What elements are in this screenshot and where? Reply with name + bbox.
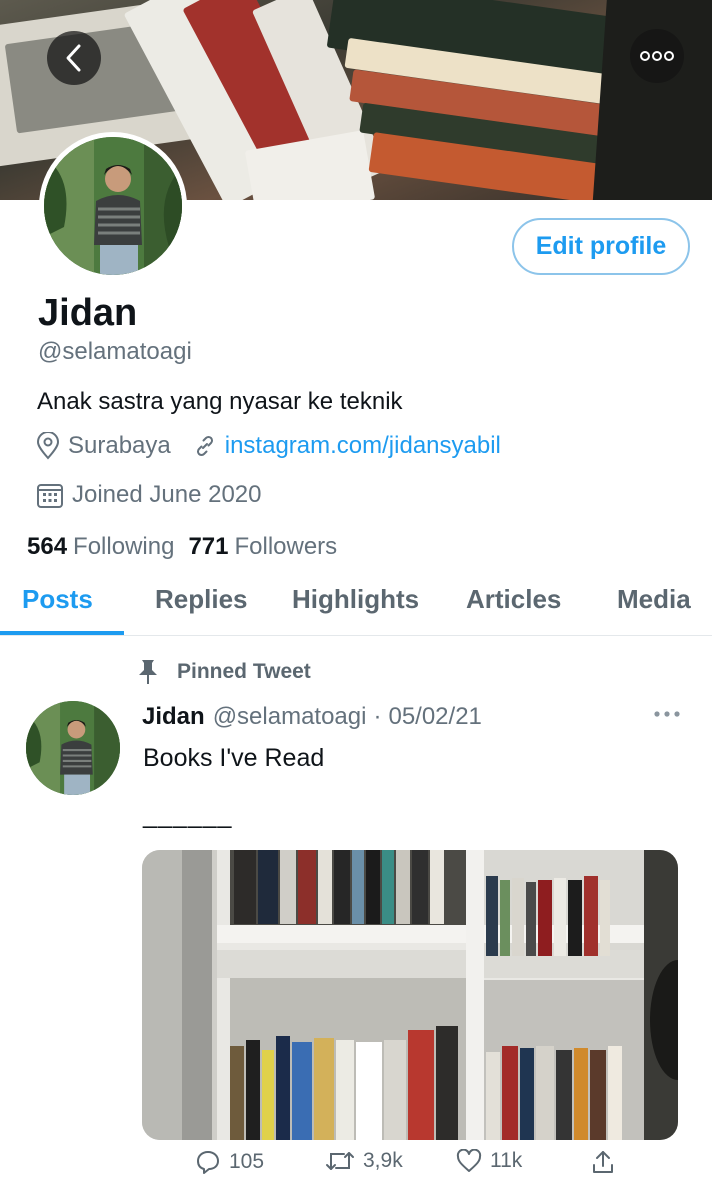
reply-count: 105 bbox=[229, 1150, 265, 1173]
profile-joined-date: Joined June 2020 bbox=[72, 481, 262, 508]
profile-tabs: Posts Replies Highlights Articles Media bbox=[0, 570, 712, 636]
profile-location: Surabaya bbox=[68, 432, 171, 459]
pin-icon bbox=[137, 658, 159, 686]
heart-icon bbox=[456, 1149, 482, 1173]
more-horizontal-icon bbox=[640, 51, 674, 61]
link-icon bbox=[193, 434, 217, 458]
profile-name: Jidan bbox=[38, 292, 138, 334]
share-icon bbox=[591, 1149, 615, 1175]
active-tab-indicator bbox=[0, 631, 124, 635]
location-pin-icon bbox=[36, 432, 60, 460]
tweet-author-name[interactable]: Jidan bbox=[142, 703, 205, 731]
like-button[interactable]: 11k bbox=[456, 1149, 522, 1173]
followers-label: Followers bbox=[234, 533, 338, 560]
retweet-icon bbox=[325, 1149, 355, 1173]
profile-stats: 564 Following 771 Followers bbox=[27, 533, 337, 561]
tweet-author-avatar[interactable] bbox=[26, 701, 120, 795]
pinned-label-row: Pinned Tweet bbox=[137, 658, 311, 686]
tweet-more-button[interactable] bbox=[652, 706, 682, 724]
tweet-actions: 105 3,9k 11k bbox=[0, 1149, 712, 1179]
followers-stat[interactable]: 771 Followers bbox=[188, 533, 337, 561]
more-horizontal-icon bbox=[654, 711, 680, 717]
followers-count: 771 bbox=[188, 533, 229, 560]
like-count: 11k bbox=[490, 1149, 523, 1172]
tweet-separator: · bbox=[373, 703, 382, 730]
following-stat[interactable]: 564 Following bbox=[27, 533, 174, 561]
tweet-text: Books I've Read bbox=[143, 744, 325, 772]
tweet-divider-text: ______ bbox=[143, 801, 233, 829]
more-options-button[interactable] bbox=[630, 29, 684, 83]
retweet-count: 3,9k bbox=[363, 1149, 403, 1172]
tweet-media-image[interactable] bbox=[142, 850, 678, 1140]
edit-profile-button[interactable]: Edit profile bbox=[512, 218, 690, 275]
back-button[interactable] bbox=[47, 31, 101, 85]
tweet-author-handle[interactable]: @selamatoagi bbox=[213, 703, 367, 731]
tab-articles[interactable]: Articles bbox=[466, 584, 561, 615]
reply-icon bbox=[195, 1149, 221, 1175]
profile-avatar[interactable] bbox=[39, 132, 187, 280]
tweet-date[interactable]: 05/02/21 bbox=[388, 703, 481, 731]
profile-bio: Anak sastra yang nyasar ke teknik bbox=[37, 388, 403, 415]
following-label: Following bbox=[73, 533, 175, 560]
calendar-icon bbox=[36, 481, 64, 509]
reply-button[interactable]: 105 bbox=[195, 1149, 264, 1175]
tab-highlights[interactable]: Highlights bbox=[292, 584, 419, 615]
tab-replies[interactable]: Replies bbox=[155, 584, 248, 615]
chevron-left-icon bbox=[66, 44, 81, 72]
tweet-header: Jidan @selamatoagi · 05/02/21 bbox=[142, 703, 482, 731]
profile-meta-row: Surabaya instagram.com/jidansyabil bbox=[36, 432, 501, 460]
profile-website-link[interactable]: instagram.com/jidansyabil bbox=[225, 432, 501, 460]
profile-meta-row: Joined June 2020 bbox=[36, 481, 262, 509]
retweet-button[interactable]: 3,9k bbox=[325, 1149, 403, 1173]
tab-media[interactable]: Media bbox=[617, 584, 691, 615]
pinned-label: Pinned Tweet bbox=[177, 660, 311, 683]
share-button[interactable] bbox=[591, 1149, 623, 1175]
following-count: 564 bbox=[27, 533, 68, 560]
profile-handle: @selamatoagi bbox=[38, 338, 192, 365]
tab-posts[interactable]: Posts bbox=[22, 584, 93, 615]
